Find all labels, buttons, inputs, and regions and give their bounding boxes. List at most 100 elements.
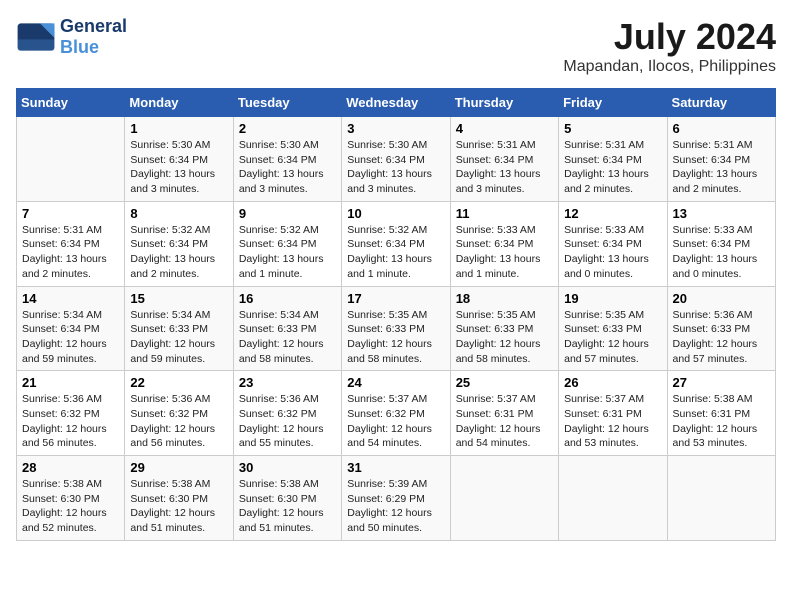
calendar-day-cell (450, 456, 558, 541)
calendar-day-cell: 12 Sunrise: 5:33 AMSunset: 6:34 PMDayligh… (559, 201, 667, 286)
day-info: Sunrise: 5:36 AMSunset: 6:32 PMDaylight:… (239, 392, 336, 451)
day-number: 30 (239, 460, 336, 475)
day-number: 24 (347, 375, 444, 390)
day-number: 23 (239, 375, 336, 390)
day-number: 3 (347, 121, 444, 136)
weekday-header-cell: Sunday (17, 89, 125, 117)
day-number: 12 (564, 206, 661, 221)
day-number: 14 (22, 291, 119, 306)
calendar-day-cell: 26Sunrise: 5:37 AMSunset: 6:31 PMDayligh… (559, 371, 667, 456)
logo-text: General Blue (60, 16, 127, 58)
calendar-day-cell: 4Sunrise: 5:31 AMSunset: 6:34 PMDaylight… (450, 117, 558, 202)
weekday-header-cell: Monday (125, 89, 233, 117)
calendar-day-cell: 30 Sunrise: 5:38 AMSunset: 6:30 PMDayligh… (233, 456, 341, 541)
calendar-day-cell: 9 Sunrise: 5:32 AMSunset: 6:34 PMDaylight… (233, 201, 341, 286)
day-info: Sunrise: 5:38 AMSunset: 6:30 PMDaylight:… (22, 477, 119, 536)
calendar-day-cell: 8 Sunrise: 5:32 AMSunset: 6:34 PMDaylight… (125, 201, 233, 286)
day-number: 18 (456, 291, 553, 306)
calendar-week-row: 28Sunrise: 5:38 AMSunset: 6:30 PMDayligh… (17, 456, 776, 541)
calendar-day-cell: 16 Sunrise: 5:34 AMSunset: 6:33 PMDayligh… (233, 286, 341, 371)
day-number: 15 (130, 291, 227, 306)
calendar-day-cell: 1 Sunrise: 5:30 AMSunset: 6:34 PMDaylight… (125, 117, 233, 202)
calendar-day-cell: 11Sunrise: 5:33 AMSunset: 6:34 PMDayligh… (450, 201, 558, 286)
day-number: 19 (564, 291, 661, 306)
calendar-day-cell: 13Sunrise: 5:33 AMSunset: 6:34 PMDayligh… (667, 201, 775, 286)
calendar-day-cell: 22 Sunrise: 5:36 AMSunset: 6:32 PMDayligh… (125, 371, 233, 456)
day-info: Sunrise: 5:34 AMSunset: 6:34 PMDaylight:… (22, 308, 119, 367)
day-info: Sunrise: 5:35 AMSunset: 6:33 PMDaylight:… (564, 308, 661, 367)
calendar-day-cell: 27 Sunrise: 5:38 AMSunset: 6:31 PMDayligh… (667, 371, 775, 456)
day-number: 26 (564, 375, 661, 390)
day-info: Sunrise: 5:35 AMSunset: 6:33 PMDaylight:… (456, 308, 553, 367)
day-info: Sunrise: 5:33 AMSunset: 6:34 PMDaylight:… (456, 223, 553, 282)
day-info: Sunrise: 5:30 AMSunset: 6:34 PMDaylight:… (347, 138, 444, 197)
day-number: 5 (564, 121, 661, 136)
logo: General Blue (16, 16, 127, 58)
day-info: Sunrise: 5:31 AMSunset: 6:34 PMDaylight:… (564, 138, 661, 197)
calendar-day-cell: 19 Sunrise: 5:35 AMSunset: 6:33 PMDayligh… (559, 286, 667, 371)
calendar-day-cell: 21Sunrise: 5:36 AMSunset: 6:32 PMDayligh… (17, 371, 125, 456)
calendar-day-cell: 3 Sunrise: 5:30 AMSunset: 6:34 PMDaylight… (342, 117, 450, 202)
day-number: 27 (673, 375, 770, 390)
day-info: Sunrise: 5:32 AMSunset: 6:34 PMDaylight:… (239, 223, 336, 282)
day-number: 4 (456, 121, 553, 136)
calendar-week-row: 14 Sunrise: 5:34 AMSunset: 6:34 PMDayligh… (17, 286, 776, 371)
day-info: Sunrise: 5:34 AMSunset: 6:33 PMDaylight:… (239, 308, 336, 367)
day-info: Sunrise: 5:37 AMSunset: 6:32 PMDaylight:… (347, 392, 444, 451)
calendar-day-cell: 7Sunrise: 5:31 AMSunset: 6:34 PMDaylight… (17, 201, 125, 286)
day-info: Sunrise: 5:35 AMSunset: 6:33 PMDaylight:… (347, 308, 444, 367)
calendar-day-cell: 10 Sunrise: 5:32 AMSunset: 6:34 PMDayligh… (342, 201, 450, 286)
page-header: General Blue July 2024 Mapandan, Ilocos,… (16, 16, 776, 76)
calendar-week-row: 1 Sunrise: 5:30 AMSunset: 6:34 PMDaylight… (17, 117, 776, 202)
calendar-day-cell (17, 117, 125, 202)
weekday-header-cell: Saturday (667, 89, 775, 117)
calendar-day-cell: 24 Sunrise: 5:37 AMSunset: 6:32 PMDayligh… (342, 371, 450, 456)
day-number: 20 (673, 291, 770, 306)
calendar-day-cell: 25Sunrise: 5:37 AMSunset: 6:31 PMDayligh… (450, 371, 558, 456)
day-info: Sunrise: 5:33 AMSunset: 6:34 PMDaylight:… (673, 223, 770, 282)
day-info: Sunrise: 5:32 AMSunset: 6:34 PMDaylight:… (347, 223, 444, 282)
day-info: Sunrise: 5:37 AMSunset: 6:31 PMDaylight:… (456, 392, 553, 451)
calendar-day-cell (559, 456, 667, 541)
calendar-day-cell: 28Sunrise: 5:38 AMSunset: 6:30 PMDayligh… (17, 456, 125, 541)
calendar-body: 1 Sunrise: 5:30 AMSunset: 6:34 PMDaylight… (17, 117, 776, 541)
day-info: Sunrise: 5:39 AMSunset: 6:29 PMDaylight:… (347, 477, 444, 536)
day-info: Sunrise: 5:38 AMSunset: 6:30 PMDaylight:… (239, 477, 336, 536)
calendar-day-cell: 20 Sunrise: 5:36 AMSunset: 6:33 PMDayligh… (667, 286, 775, 371)
calendar-day-cell: 18 Sunrise: 5:35 AMSunset: 6:33 PMDayligh… (450, 286, 558, 371)
day-info: Sunrise: 5:34 AMSunset: 6:33 PMDaylight:… (130, 308, 227, 367)
calendar-day-cell: 5 Sunrise: 5:31 AMSunset: 6:34 PMDaylight… (559, 117, 667, 202)
calendar-day-cell: 15 Sunrise: 5:34 AMSunset: 6:33 PMDayligh… (125, 286, 233, 371)
weekday-header-cell: Wednesday (342, 89, 450, 117)
day-info: Sunrise: 5:30 AMSunset: 6:34 PMDaylight:… (130, 138, 227, 197)
day-info: Sunrise: 5:30 AMSunset: 6:34 PMDaylight:… (239, 138, 336, 197)
day-info: Sunrise: 5:36 AMSunset: 6:32 PMDaylight:… (130, 392, 227, 451)
calendar-day-cell: 6 Sunrise: 5:31 AMSunset: 6:34 PMDaylight… (667, 117, 775, 202)
day-number: 8 (130, 206, 227, 221)
weekday-header-row: SundayMondayTuesdayWednesdayThursdayFrid… (17, 89, 776, 117)
weekday-header-cell: Thursday (450, 89, 558, 117)
day-number: 22 (130, 375, 227, 390)
day-number: 6 (673, 121, 770, 136)
month-year-title: July 2024 (563, 16, 776, 58)
day-number: 16 (239, 291, 336, 306)
weekday-header-cell: Friday (559, 89, 667, 117)
calendar-week-row: 21Sunrise: 5:36 AMSunset: 6:32 PMDayligh… (17, 371, 776, 456)
title-block: July 2024 Mapandan, Ilocos, Philippines (563, 16, 776, 76)
calendar-day-cell: 29Sunrise: 5:38 AMSunset: 6:30 PMDayligh… (125, 456, 233, 541)
location-subtitle: Mapandan, Ilocos, Philippines (563, 58, 776, 76)
calendar-table: SundayMondayTuesdayWednesdayThursdayFrid… (16, 88, 776, 541)
day-number: 9 (239, 206, 336, 221)
day-info: Sunrise: 5:31 AMSunset: 6:34 PMDaylight:… (22, 223, 119, 282)
weekday-header-cell: Tuesday (233, 89, 341, 117)
day-info: Sunrise: 5:32 AMSunset: 6:34 PMDaylight:… (130, 223, 227, 282)
calendar-day-cell: 2Sunrise: 5:30 AMSunset: 6:34 PMDaylight… (233, 117, 341, 202)
day-info: Sunrise: 5:36 AMSunset: 6:33 PMDaylight:… (673, 308, 770, 367)
day-number: 10 (347, 206, 444, 221)
day-number: 1 (130, 121, 227, 136)
day-info: Sunrise: 5:31 AMSunset: 6:34 PMDaylight:… (673, 138, 770, 197)
day-info: Sunrise: 5:33 AMSunset: 6:34 PMDaylight:… (564, 223, 661, 282)
calendar-day-cell: 23 Sunrise: 5:36 AMSunset: 6:32 PMDayligh… (233, 371, 341, 456)
day-info: Sunrise: 5:38 AMSunset: 6:31 PMDaylight:… (673, 392, 770, 451)
calendar-day-cell: 14 Sunrise: 5:34 AMSunset: 6:34 PMDayligh… (17, 286, 125, 371)
